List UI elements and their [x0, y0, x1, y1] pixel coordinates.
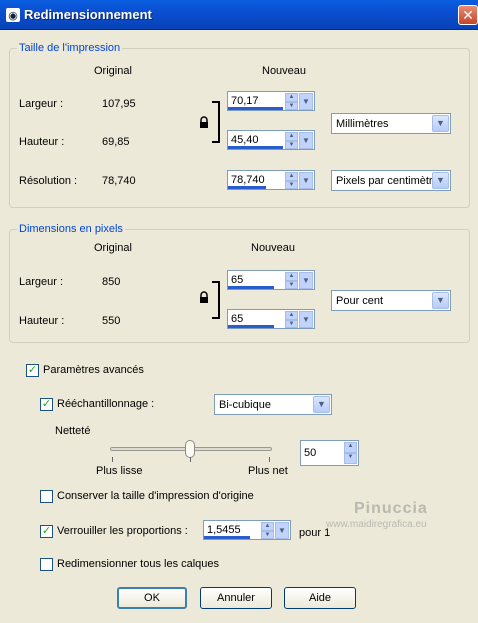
- keep-print-size-checkbox[interactable]: ✓: [40, 490, 53, 503]
- pixel-width-value: 65: [231, 274, 244, 286]
- print-width-dropdown[interactable]: ▼: [299, 93, 313, 110]
- pixel-unit-select[interactable]: Pour cent ▼: [331, 290, 451, 311]
- sharpness-value: 50: [304, 447, 317, 459]
- slider-tick: [112, 457, 113, 462]
- print-unit-select[interactable]: Millimètres ▼: [331, 113, 451, 134]
- resample-select[interactable]: Bi-cubique ▼: [214, 394, 332, 415]
- pixel-width-bar: [228, 286, 274, 289]
- ok-button[interactable]: OK: [117, 587, 187, 609]
- slider-tick: [190, 457, 191, 462]
- advanced-checkbox[interactable]: ✓: [26, 364, 39, 377]
- pixel-col-original: Original: [94, 242, 132, 254]
- pixel-height-original: 550: [102, 315, 121, 327]
- resolution-spinner[interactable]: 78,740 ▲ ▼ ▼: [227, 170, 315, 190]
- pixel-width-arrows[interactable]: ▲ ▼: [285, 272, 298, 289]
- print-col-nouveau: Nouveau: [262, 65, 307, 77]
- pixel-height-label: Hauteur :: [19, 315, 65, 327]
- pixel-height-arrows[interactable]: ▲ ▼: [285, 311, 298, 328]
- pixel-height-value: 65: [231, 313, 244, 325]
- resample-value: Bi-cubique: [219, 399, 271, 411]
- print-unit-value: Millimètres: [336, 118, 389, 130]
- keep-print-size-label: Conserver la taille d'impression d'origi…: [57, 490, 254, 502]
- print-width-spinner[interactable]: 70,17 ▲ ▼ ▼: [227, 91, 315, 111]
- pixel-dimensions-group-title: Dimensions en pixels: [17, 223, 125, 235]
- resolution-arrows[interactable]: ▲ ▼: [285, 172, 298, 189]
- resolution-unit-select[interactable]: Pixels par centimètre ▼: [331, 170, 451, 191]
- resample-label: Rééchantillonnage :: [57, 398, 155, 410]
- pixel-height-dropdown[interactable]: ▼: [299, 311, 313, 328]
- print-height-bar: [228, 146, 283, 149]
- slider-tick: [269, 457, 270, 462]
- print-height-arrows[interactable]: ▲ ▼: [285, 132, 298, 149]
- pixel-width-original: 850: [102, 276, 121, 288]
- print-height-value: 45,40: [231, 134, 259, 146]
- pixel-width-dropdown[interactable]: ▼: [299, 272, 313, 289]
- pixel-lock-icon[interactable]: [199, 291, 209, 304]
- print-height-label: Hauteur :: [19, 136, 65, 148]
- pixel-height-bar: [228, 325, 274, 328]
- resolution-dropdown[interactable]: ▼: [299, 172, 313, 189]
- print-width-arrows[interactable]: ▲ ▼: [285, 93, 298, 110]
- print-width-bar: [228, 107, 283, 110]
- close-button[interactable]: ✕: [458, 5, 478, 25]
- resolution-original: 78,740: [102, 175, 136, 187]
- pixel-width-spinner[interactable]: 65 ▲ ▼ ▼: [227, 270, 315, 290]
- pixel-width-label: Largeur :: [19, 276, 64, 288]
- print-width-value: 70,17: [231, 95, 259, 107]
- pixel-link-bracket: [212, 281, 220, 319]
- app-icon: ◉: [6, 8, 20, 22]
- chevron-down-icon[interactable]: ▼: [432, 292, 449, 309]
- chevron-down-icon[interactable]: ▼: [313, 396, 330, 413]
- ratio-spinner[interactable]: 1,5455 ▲ ▼ ▼: [203, 520, 291, 540]
- chevron-down-icon[interactable]: ▼: [432, 172, 449, 189]
- print-width-original: 107,95: [102, 98, 136, 110]
- print-height-original: 69,85: [102, 136, 130, 148]
- print-lock-icon[interactable]: [199, 116, 209, 129]
- slider-right-label: Plus net: [248, 465, 288, 477]
- resolution-label: Résolution :: [19, 175, 78, 187]
- print-height-spinner[interactable]: 45,40 ▲ ▼ ▼: [227, 130, 315, 150]
- window-title: Redimensionnement: [24, 7, 152, 22]
- pixel-unit-value: Pour cent: [336, 295, 384, 307]
- chevron-down-icon[interactable]: ▼: [432, 115, 449, 132]
- advanced-label: Paramètres avancés: [43, 364, 144, 376]
- pixel-height-spinner[interactable]: 65 ▲ ▼ ▼: [227, 309, 315, 329]
- resolution-bar: [228, 186, 266, 189]
- ratio-bar: [204, 536, 250, 539]
- resolution-value: 78,740: [231, 174, 265, 186]
- print-size-group-title: Taille de l'impression: [17, 42, 123, 54]
- ratio-arrows[interactable]: ▲ ▼: [261, 522, 274, 539]
- print-height-dropdown[interactable]: ▼: [299, 132, 313, 149]
- pixel-col-nouveau: Nouveau: [251, 242, 296, 254]
- resolution-unit-value: Pixels par centimètre: [336, 175, 432, 187]
- lock-ratio-checkbox[interactable]: ✓: [40, 525, 53, 538]
- resize-layers-checkbox[interactable]: ✓: [40, 558, 53, 571]
- print-col-original: Original: [94, 65, 132, 77]
- watermark-name: Pinuccia: [354, 500, 428, 517]
- sharpness-spinner[interactable]: 50 ▲ ▼: [300, 440, 359, 466]
- cancel-button[interactable]: Annuler: [200, 587, 272, 609]
- resize-layers-label: Redimensionner tous les calques: [57, 558, 220, 570]
- print-width-label: Largeur :: [19, 98, 64, 110]
- slider-left-label: Plus lisse: [96, 465, 143, 477]
- sharpness-label: Netteté: [55, 425, 91, 437]
- ratio-dropdown[interactable]: ▼: [275, 522, 289, 539]
- sharpness-arrows[interactable]: ▲ ▼: [344, 442, 357, 464]
- ratio-value: 1,5455: [207, 524, 241, 536]
- resample-checkbox[interactable]: ✓: [40, 398, 53, 411]
- help-button[interactable]: Aide: [284, 587, 356, 609]
- lock-ratio-label: Verrouiller les proportions :: [57, 525, 188, 537]
- sharpness-slider-thumb[interactable]: [185, 440, 195, 458]
- print-link-bracket: [212, 101, 220, 143]
- watermark-site: www.maidiregrafica.eu: [326, 519, 427, 530]
